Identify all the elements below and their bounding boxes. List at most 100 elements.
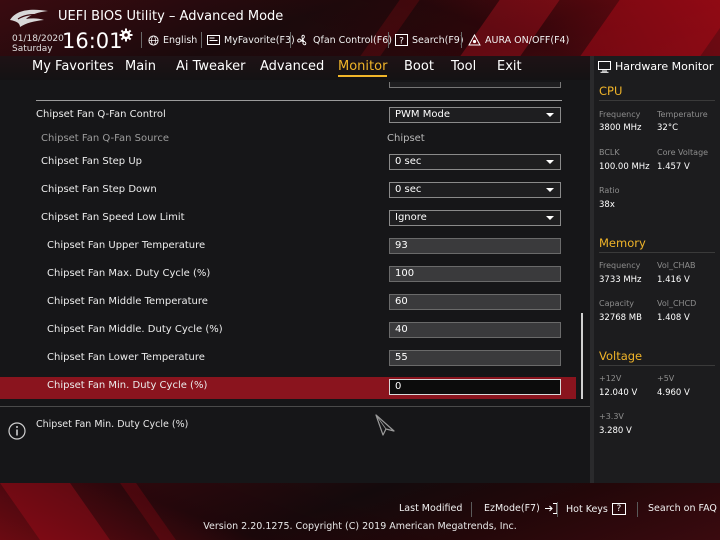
gear-icon[interactable] (119, 28, 133, 42)
hot-keys-label: Hot Keys (566, 503, 608, 515)
memory-frequency-value: 3733 MHz (599, 275, 642, 285)
upper-temperature-input[interactable]: 93 (389, 238, 561, 254)
globe-icon (148, 34, 159, 46)
voltage-heading: Voltage (599, 349, 643, 363)
aura-toggle-button[interactable]: AURA ON/OFF(F4) (468, 32, 569, 48)
partial-setting-field[interactable] (389, 82, 561, 88)
memory-divider (599, 252, 715, 253)
v5-value: 4.960 V (657, 388, 690, 398)
setting-label-middle-temperature[interactable]: Chipset Fan Middle Temperature (47, 296, 208, 307)
header-divider (141, 32, 142, 48)
tab-tool[interactable]: Tool (451, 59, 476, 74)
footer-bar: Last Modified EzMode(F7) Hot Keys ? Sear… (0, 483, 720, 540)
rog-logo-icon (10, 9, 48, 27)
myfavorite-button[interactable]: MyFavorite(F3) (207, 32, 295, 48)
hw-monitor-title-text: Hardware Monitor (615, 60, 714, 73)
search-help-icon: ? (395, 34, 408, 46)
capacity-value: 32768 MB (599, 313, 642, 323)
setting-label-q-fan-control[interactable]: Chipset Fan Q-Fan Control (36, 109, 166, 120)
middle-temperature-input[interactable]: 60 (389, 294, 561, 310)
bclk-label: BCLK (599, 148, 620, 157)
speed-low-limit-select[interactable]: Ignore (389, 210, 561, 226)
setting-label-max-duty-cycle[interactable]: Chipset Fan Max. Duty Cycle (%) (47, 268, 210, 279)
language-label: English (163, 34, 198, 46)
language-button[interactable]: English (148, 32, 197, 48)
vol-chcd-label: Vol_CHCD (657, 299, 697, 308)
aura-label: AURA ON/OFF(F4) (485, 34, 570, 46)
settings-panel: Chipset Fan Q-Fan Control PWM Mode Chips… (0, 80, 590, 400)
setting-label-speed-low-limit[interactable]: Chipset Fan Speed Low Limit (41, 212, 185, 223)
cpu-temperature-value: 32°C (657, 123, 679, 133)
setting-label-lower-temperature[interactable]: Chipset Fan Lower Temperature (47, 352, 205, 363)
mouse-cursor-icon (375, 414, 395, 436)
max-duty-cycle-input[interactable]: 100 (389, 266, 561, 282)
setting-label-middle-duty-cycle[interactable]: Chipset Fan Middle. Duty Cycle (%) (47, 324, 223, 335)
date-display: 01/18/2020 Saturday (12, 34, 64, 54)
search-faq-label: Search on FAQ (648, 503, 717, 514)
last-modified-label: Last Modified (399, 503, 463, 514)
favorite-icon (207, 35, 220, 45)
setting-label-upper-temperature[interactable]: Chipset Fan Upper Temperature (47, 240, 205, 251)
header-divider (461, 32, 462, 48)
step-down-select[interactable]: 0 sec (389, 182, 561, 198)
tab-monitor[interactable]: Monitor (338, 59, 388, 77)
middle-duty-cycle-input[interactable]: 40 (389, 322, 561, 338)
last-modified-button[interactable]: Last Modified (399, 503, 462, 514)
tab-exit[interactable]: Exit (497, 59, 522, 74)
header-divider (388, 32, 389, 48)
hardware-monitor-panel: Hardware Monitor CPU Frequency Temperatu… (594, 56, 720, 483)
footer-divider (637, 502, 638, 517)
tab-my-favorites[interactable]: My Favorites (32, 59, 114, 74)
vol-chcd-value: 1.408 V (657, 313, 690, 323)
monitor-icon (598, 60, 611, 73)
hot-keys-button[interactable]: Hot Keys ? (566, 503, 626, 515)
core-voltage-label: Core Voltage (657, 148, 709, 157)
min-duty-cycle-input[interactable]: 0 (389, 379, 561, 395)
myfavorite-label: MyFavorite(F3) (224, 34, 295, 46)
fan-icon (297, 34, 307, 45)
q-fan-source-value: Chipset (387, 133, 425, 144)
cpu-heading: CPU (599, 84, 623, 98)
hot-keys-key-icon: ? (611, 503, 626, 515)
core-voltage-value: 1.457 V (657, 162, 690, 172)
footer-divider (557, 502, 558, 517)
search-faq-button[interactable]: Search on FAQ (648, 503, 717, 514)
vol-chab-value: 1.416 V (657, 275, 690, 285)
bclk-value: 100.00 MHz (599, 162, 650, 172)
header-divider (290, 32, 291, 48)
tab-boot[interactable]: Boot (404, 59, 434, 74)
qfan-control-label: Qfan Control(F6) (313, 34, 392, 46)
day-text: Saturday (12, 44, 53, 54)
voltage-divider (599, 365, 715, 366)
help-text: Chipset Fan Min. Duty Cycle (%) (36, 419, 189, 430)
settings-scrollbar[interactable] (581, 313, 583, 399)
capacity-label: Capacity (599, 299, 634, 308)
svg-text:?: ? (399, 37, 404, 47)
q-fan-control-select[interactable]: PWM Mode (389, 107, 561, 123)
header-divider (201, 32, 202, 48)
version-text: Version 2.20.1275. Copyright (C) 2019 Am… (203, 521, 517, 532)
cpu-temperature-label: Temperature (657, 110, 708, 119)
app-title: UEFI BIOS Utility – Advanced Mode (58, 9, 284, 24)
v33-value: 3.280 V (599, 426, 632, 436)
memory-heading: Memory (599, 236, 646, 250)
tab-main[interactable]: Main (125, 59, 156, 74)
qfan-control-button[interactable]: Qfan Control(F6) (296, 32, 392, 48)
ratio-label: Ratio (599, 186, 620, 195)
setting-label-q-fan-source: Chipset Fan Q-Fan Source (41, 133, 169, 144)
setting-label-step-down[interactable]: Chipset Fan Step Down (41, 184, 157, 195)
memory-frequency-label: Frequency (599, 261, 641, 270)
cpu-frequency-label: Frequency (599, 110, 641, 119)
cpu-frequency-value: 3800 MHz (599, 123, 642, 133)
lower-temperature-input[interactable]: 55 (389, 350, 561, 366)
tab-advanced[interactable]: Advanced (260, 59, 324, 74)
clock-display[interactable]: 16:01 (62, 29, 123, 53)
footer-divider (471, 502, 472, 517)
setting-label-min-duty-cycle[interactable]: Chipset Fan Min. Duty Cycle (%) (47, 380, 207, 391)
setting-label-step-up[interactable]: Chipset Fan Step Up (41, 156, 142, 167)
search-button[interactable]: ? Search(F9) (395, 32, 464, 48)
vol-chab-label: Vol_CHAB (657, 261, 696, 270)
step-up-select[interactable]: 0 sec (389, 154, 561, 170)
tab-ai-tweaker[interactable]: Ai Tweaker (176, 59, 245, 74)
ezmode-button[interactable]: EzMode(F7) (484, 503, 558, 514)
